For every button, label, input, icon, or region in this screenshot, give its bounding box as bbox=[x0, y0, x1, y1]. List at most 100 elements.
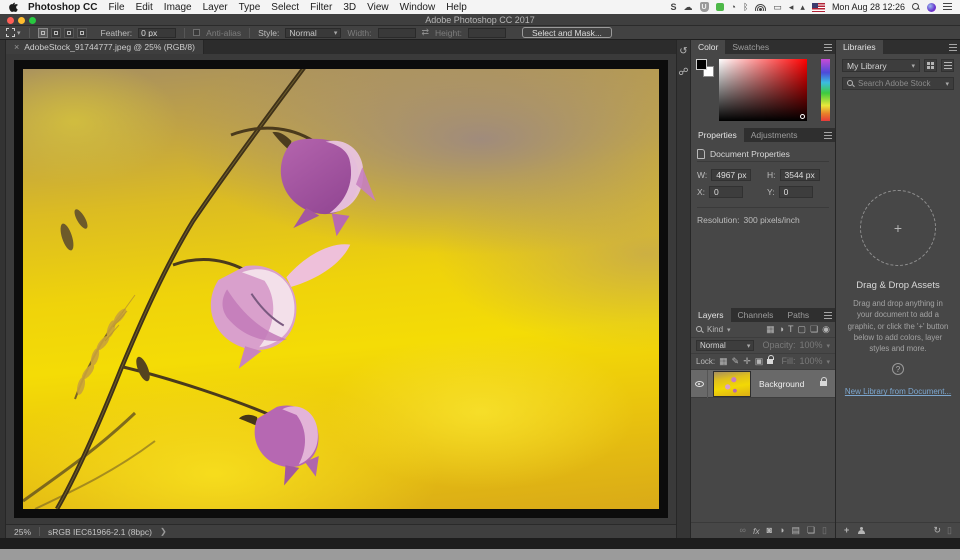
notification-center-icon[interactable] bbox=[943, 3, 952, 11]
menu-window[interactable]: Window bbox=[400, 2, 436, 13]
link-layers-icon[interactable]: ∞ bbox=[740, 526, 746, 535]
feather-input[interactable] bbox=[138, 27, 177, 38]
filter-type-layers-icon[interactable]: T bbox=[788, 325, 794, 334]
library-search-field[interactable]: Search Adobe Stock ▾ bbox=[842, 77, 954, 90]
lock-transparency-icon[interactable]: ▦ bbox=[719, 357, 728, 366]
history-panel-icon[interactable]: ↺ bbox=[679, 46, 687, 57]
new-group-icon[interactable]: ▤ bbox=[791, 526, 800, 535]
document-tab[interactable]: × AdobeStock_91744777.jpeg @ 25% (RGB/8) bbox=[6, 40, 204, 54]
menu-filter[interactable]: Filter bbox=[310, 2, 332, 13]
menu-type[interactable]: Type bbox=[239, 2, 261, 13]
swap-dimensions-icon[interactable]: ⇄ bbox=[422, 27, 430, 38]
siri-icon[interactable] bbox=[927, 2, 936, 12]
menu-view[interactable]: View bbox=[367, 2, 389, 13]
color-marker[interactable] bbox=[800, 114, 805, 119]
green-status-icon[interactable] bbox=[715, 3, 724, 11]
opacity-value[interactable]: 100% bbox=[799, 341, 822, 350]
panel-menu-icon[interactable] bbox=[824, 44, 832, 51]
height-input[interactable] bbox=[467, 27, 506, 38]
menu-file[interactable]: File bbox=[108, 2, 124, 13]
add-content-icon[interactable]: + bbox=[844, 526, 849, 535]
help-icon[interactable]: ? bbox=[892, 363, 904, 376]
new-library-link[interactable]: New Library from Document... bbox=[845, 387, 951, 396]
menu-3d[interactable]: 3D bbox=[343, 2, 356, 13]
lock-pixels-icon[interactable]: ✎ bbox=[732, 357, 740, 366]
resolution-value[interactable]: 300 pixels/inch bbox=[744, 215, 800, 225]
filter-toggle-icon[interactable]: ◉ bbox=[822, 325, 830, 334]
tab-swatches[interactable]: Swatches bbox=[725, 40, 776, 54]
width-value[interactable]: 4967 px bbox=[711, 169, 752, 181]
tab-paths[interactable]: Paths bbox=[780, 308, 816, 322]
width-input[interactable] bbox=[377, 27, 416, 38]
filter-adjustment-layers-icon[interactable]: ◑ bbox=[779, 325, 784, 334]
display-icon[interactable]: ▭ bbox=[773, 2, 782, 12]
filter-smart-objects-icon[interactable]: ❏ bbox=[810, 325, 818, 334]
menu-help[interactable]: Help bbox=[446, 2, 467, 13]
tab-adjustments[interactable]: Adjustments bbox=[744, 128, 805, 142]
lock-position-icon[interactable]: ✛ bbox=[743, 357, 751, 366]
collaborate-icon[interactable] bbox=[857, 526, 865, 535]
library-select[interactable]: My Library ▾ bbox=[842, 59, 920, 72]
add-selection-button[interactable] bbox=[50, 27, 61, 38]
x-value[interactable]: 0 bbox=[709, 186, 744, 198]
sync-icon[interactable]: ↻ bbox=[934, 526, 942, 535]
foreground-color-swatch[interactable] bbox=[696, 59, 707, 70]
tab-libraries[interactable]: Libraries bbox=[836, 40, 883, 54]
menu-layer[interactable]: Layer bbox=[203, 2, 228, 13]
background-lock-icon[interactable] bbox=[820, 377, 827, 386]
apple-icon[interactable] bbox=[8, 2, 18, 13]
layer-style-icon[interactable]: fx bbox=[753, 526, 760, 536]
layer-visibility-cell[interactable] bbox=[691, 369, 708, 398]
menu-select[interactable]: Select bbox=[271, 2, 299, 13]
delete-library-item-icon[interactable]: ▯ bbox=[947, 526, 952, 535]
canvas-pasteboard[interactable] bbox=[6, 54, 676, 524]
drop-target-circle[interactable]: + bbox=[860, 190, 936, 266]
menu-clock[interactable]: Mon Aug 28 12:26 bbox=[832, 2, 905, 12]
layer-mask-icon[interactable]: ◙ bbox=[767, 526, 772, 535]
layer-row-background[interactable]: Background bbox=[691, 369, 835, 398]
style-select[interactable]: Normal ▾ bbox=[285, 27, 342, 38]
menu-edit[interactable]: Edit bbox=[136, 2, 153, 13]
new-layer-icon[interactable]: ❏ bbox=[807, 526, 815, 535]
status-s-icon[interactable]: S bbox=[671, 2, 677, 12]
menu-photoshop[interactable]: Photoshop CC bbox=[28, 2, 97, 13]
input-language-flag-icon[interactable] bbox=[811, 2, 825, 12]
saturation-brightness-field[interactable] bbox=[719, 59, 807, 121]
intersect-selection-button[interactable] bbox=[76, 27, 87, 38]
fill-value[interactable]: 100% bbox=[799, 357, 822, 366]
tab-properties[interactable]: Properties bbox=[691, 128, 744, 142]
kind-filter-select[interactable]: Kind bbox=[707, 325, 723, 334]
shield-icon[interactable]: U bbox=[699, 2, 709, 12]
subtract-selection-button[interactable] bbox=[63, 27, 74, 38]
anti-alias-checkbox[interactable] bbox=[193, 29, 201, 36]
foreground-background-swatches[interactable] bbox=[696, 59, 714, 77]
bluetooth-icon[interactable]: ᛒ bbox=[743, 2, 748, 12]
lock-artboard-icon[interactable]: ▣ bbox=[755, 357, 764, 366]
marquee-tool-preset[interactable]: ▾ bbox=[6, 28, 21, 37]
panel-menu-icon[interactable] bbox=[824, 132, 832, 139]
y-value[interactable]: 0 bbox=[778, 186, 813, 198]
panel-menu-icon[interactable] bbox=[824, 312, 832, 319]
tab-layers[interactable]: Layers bbox=[691, 308, 731, 322]
zoom-level[interactable]: 25% bbox=[14, 527, 31, 537]
up-arrow-icon[interactable]: ▴ bbox=[800, 2, 805, 12]
clock-status-icon[interactable]: ◔ bbox=[731, 2, 736, 12]
adjustment-layer-icon[interactable]: ◑ bbox=[779, 526, 784, 535]
status-options-icon[interactable]: ❯ bbox=[160, 527, 167, 536]
blend-mode-select[interactable]: Normal ▾ bbox=[696, 340, 755, 351]
new-selection-button[interactable] bbox=[37, 27, 48, 38]
close-tab-icon[interactable]: × bbox=[14, 42, 19, 52]
tab-color[interactable]: Color bbox=[691, 40, 726, 54]
panel-menu-icon[interactable] bbox=[949, 44, 957, 51]
delete-layer-icon[interactable]: ▯ bbox=[822, 526, 827, 535]
volume-icon[interactable]: ◂ bbox=[789, 2, 794, 12]
lock-all-icon[interactable] bbox=[767, 355, 774, 364]
filter-pixel-layers-icon[interactable]: ▦ bbox=[766, 325, 775, 334]
spotlight-search-icon[interactable] bbox=[912, 3, 920, 11]
linked-panel-icon[interactable]: ☍ bbox=[678, 67, 688, 78]
grid-view-button[interactable] bbox=[924, 59, 937, 72]
wifi-icon[interactable] bbox=[755, 3, 767, 11]
select-and-mask-button[interactable]: Select and Mask... bbox=[521, 27, 612, 38]
filter-shape-layers-icon[interactable]: ▢ bbox=[798, 325, 807, 334]
menu-image[interactable]: Image bbox=[164, 2, 192, 13]
